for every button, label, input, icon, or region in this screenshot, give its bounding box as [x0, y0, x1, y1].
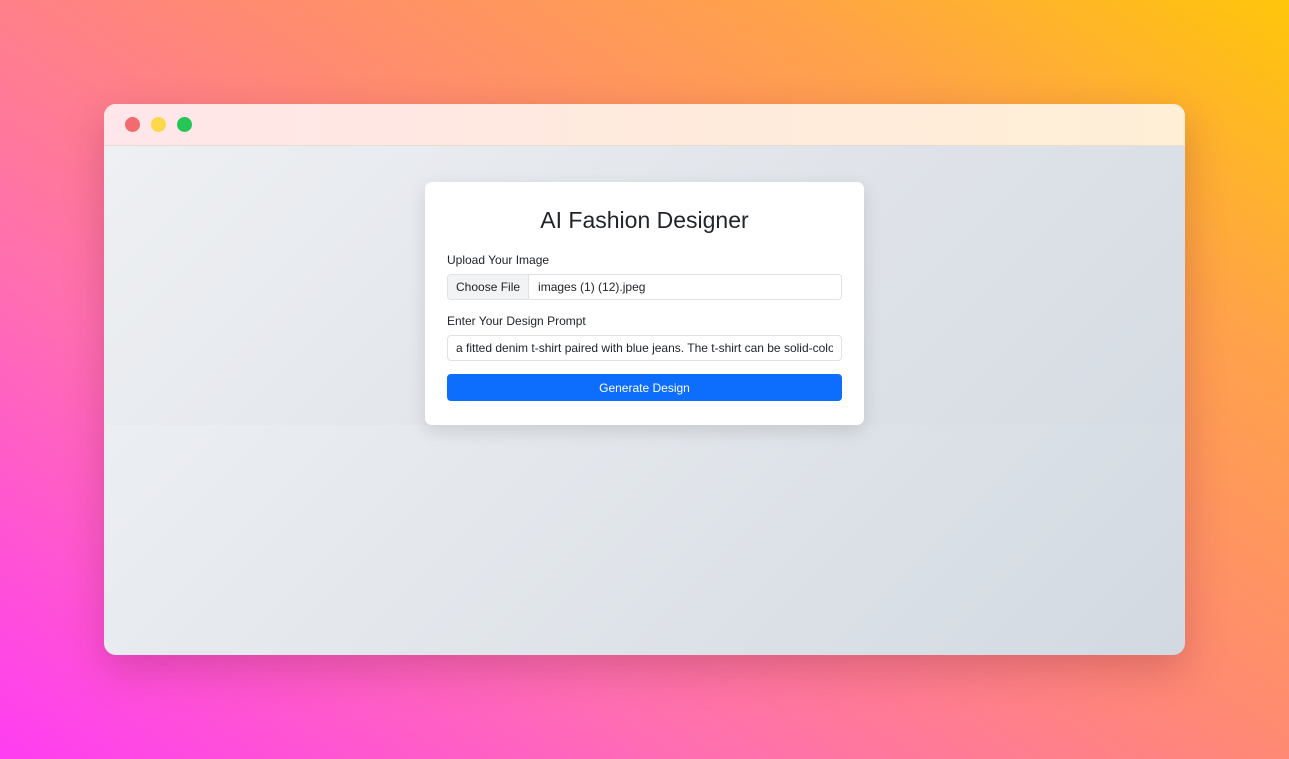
designer-form-card: AI Fashion Designer Upload Your Image Ch…: [425, 182, 864, 425]
design-prompt-input[interactable]: [447, 335, 842, 361]
selected-file-name: images (1) (12).jpeg: [538, 280, 646, 294]
window-titlebar: [104, 104, 1185, 146]
browser-window: AI Fashion Designer Upload Your Image Ch…: [104, 104, 1185, 655]
page-title: AI Fashion Designer: [540, 207, 749, 233]
image-file-input[interactable]: Choose File images (1) (12).jpeg: [447, 274, 842, 300]
close-window-dot-icon[interactable]: [125, 117, 140, 132]
upload-image-label: Upload Your Image: [447, 253, 550, 267]
maximize-window-dot-icon[interactable]: [177, 117, 192, 132]
generate-design-button[interactable]: Generate Design: [447, 374, 842, 401]
design-prompt-label: Enter Your Design Prompt: [447, 314, 586, 328]
minimize-window-dot-icon[interactable]: [151, 117, 166, 132]
choose-file-button[interactable]: Choose File: [448, 275, 530, 299]
